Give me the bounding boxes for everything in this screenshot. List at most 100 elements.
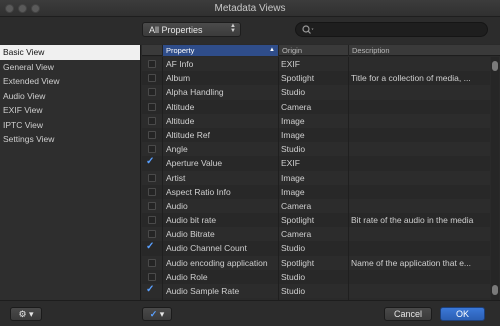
checkmark-icon: ✓ xyxy=(149,309,158,319)
table-row[interactable]: Angle Studio xyxy=(142,142,490,157)
row-checkbox-cell[interactable] xyxy=(142,171,162,185)
row-checkbox-cell[interactable]: ✓ xyxy=(142,156,162,170)
sidebar-item[interactable]: Audio View xyxy=(0,89,140,104)
check-menu-arrow: ▾ xyxy=(159,309,165,319)
origin-cell: Camera xyxy=(281,229,312,240)
table-row[interactable]: Audio encoding application Spotlight Name … xyxy=(142,255,490,270)
row-checkbox[interactable] xyxy=(148,102,156,111)
row-checkbox-cell[interactable] xyxy=(142,199,162,213)
vertical-scrollbar[interactable] xyxy=(491,57,499,300)
table-row[interactable]: Audio Camera xyxy=(142,198,490,214)
description-cell xyxy=(351,114,489,128)
header-property-label: Property xyxy=(166,46,195,55)
sidebar-item[interactable]: IPTC View xyxy=(0,118,140,133)
row-checkbox[interactable] xyxy=(148,230,156,239)
row-checkbox-cell[interactable] xyxy=(142,227,162,241)
scroll-thumb-bottom[interactable] xyxy=(492,285,498,295)
description-cell xyxy=(351,199,489,213)
row-checkbox-cell[interactable] xyxy=(142,57,162,71)
row-checkbox[interactable] xyxy=(148,88,156,97)
description-cell xyxy=(351,171,489,185)
gear-menu-button[interactable]: ⚙ ▾ xyxy=(10,307,42,321)
table-row[interactable]: ✓ Audio Channel Count Studio xyxy=(142,241,490,256)
row-checkbox[interactable] xyxy=(148,187,156,196)
table-row[interactable]: Audio Bitrate Camera xyxy=(142,227,490,242)
table-body: AF Info EXIF Album Spotlight Title for a col… xyxy=(142,57,490,299)
sidebar-item[interactable]: General View xyxy=(0,60,140,75)
property-cell: Album xyxy=(166,73,191,84)
view-sidebar: Basic View General View Extended View Audio… xyxy=(0,45,141,300)
description-cell xyxy=(351,227,489,241)
origin-cell: Studio xyxy=(281,243,306,254)
row-checkbox-cell[interactable] xyxy=(142,185,162,199)
sidebar-item[interactable]: Settings View xyxy=(0,132,140,147)
table-row[interactable]: ✓ Aperture Value EXIF xyxy=(142,156,490,171)
header-description[interactable]: Description xyxy=(348,45,500,56)
row-checkbox[interactable] xyxy=(148,173,156,182)
row-checkbox-cell[interactable] xyxy=(142,114,162,128)
table-row[interactable]: Alpha Handling Studio xyxy=(142,85,490,100)
window-title: Metadata Views xyxy=(214,3,286,14)
table-row[interactable]: ✓ Audio Sample Rate Studio xyxy=(142,284,490,299)
gear-menu-arrow: ▾ xyxy=(29,309,34,319)
origin-cell: Studio xyxy=(281,144,306,155)
row-checkbox[interactable] xyxy=(148,272,156,281)
property-cell: Audio encoding application xyxy=(166,257,268,268)
search-field[interactable] xyxy=(295,22,488,37)
scroll-thumb-top[interactable] xyxy=(492,61,498,71)
table-row[interactable]: Altitude Ref Image xyxy=(142,127,490,143)
sidebar-item[interactable]: Basic View xyxy=(0,45,140,60)
row-checkbox-cell[interactable] xyxy=(142,85,162,99)
ok-button[interactable]: OK xyxy=(440,307,485,321)
row-checkbox-cell[interactable] xyxy=(142,142,162,156)
row-checkbox-cell[interactable]: ✓ xyxy=(142,241,162,255)
origin-cell: Studio xyxy=(281,286,306,296)
description-cell xyxy=(351,156,489,170)
table-row[interactable]: AF Info EXIF xyxy=(142,57,490,72)
row-checkbox[interactable] xyxy=(148,145,156,154)
sidebar-item[interactable]: Extended View xyxy=(0,74,140,89)
row-checkbox-cell[interactable] xyxy=(142,213,162,227)
row-checkbox-cell[interactable] xyxy=(142,71,162,85)
origin-cell: Image xyxy=(281,115,305,126)
check-menu-button[interactable]: ✓ ▾ xyxy=(142,307,172,321)
title-bar: Metadata Views xyxy=(0,0,500,17)
cancel-button[interactable]: Cancel xyxy=(384,307,432,321)
row-checkbox[interactable] xyxy=(148,74,156,83)
row-checkbox[interactable] xyxy=(148,258,156,267)
origin-cell: Camera xyxy=(281,101,312,112)
row-checkbox[interactable] xyxy=(148,60,156,68)
origin-cell: Image xyxy=(281,129,305,140)
row-checkbox-cell[interactable] xyxy=(142,270,162,284)
row-checkbox[interactable] xyxy=(148,216,156,225)
origin-cell: EXIF xyxy=(281,158,300,169)
table-row[interactable]: Audio bit rate Spotlight Bit rate of the a… xyxy=(142,213,490,228)
header-property[interactable]: Property ▲ xyxy=(162,45,278,56)
row-checkbox-cell[interactable] xyxy=(142,256,162,270)
metadata-table: Property ▲ Origin Description AF Info EXI… xyxy=(142,45,500,300)
description-cell xyxy=(351,270,489,284)
table-header: Property ▲ Origin Description xyxy=(142,45,500,56)
popup-label: All Properties xyxy=(149,25,203,35)
properties-popup[interactable]: All Properties ▲ ▼ xyxy=(142,22,241,37)
description-cell: Bit rate of the audio in the media xyxy=(351,215,474,226)
sidebar-item[interactable]: EXIF View xyxy=(0,103,140,118)
row-checkbox-cell[interactable]: ✓ xyxy=(142,284,162,298)
property-cell: Aspect Ratio Info xyxy=(166,186,231,197)
header-origin[interactable]: Origin xyxy=(278,45,348,56)
row-checkbox-cell[interactable] xyxy=(142,100,162,114)
checkmark-icon: ✓ xyxy=(146,156,155,168)
row-checkbox-cell[interactable] xyxy=(142,128,162,142)
table-row[interactable]: Aspect Ratio Info Image xyxy=(142,184,490,199)
origin-cell: Spotlight xyxy=(281,73,315,84)
row-checkbox[interactable] xyxy=(148,201,156,210)
row-checkbox[interactable] xyxy=(148,116,156,125)
row-checkbox[interactable] xyxy=(148,130,156,139)
table-row[interactable]: Altitude Image xyxy=(142,113,490,128)
table-row[interactable]: Album Spotlight Title for a collection of … xyxy=(142,71,490,86)
table-row[interactable]: Audio Role Studio xyxy=(142,269,490,284)
property-cell: Audio xyxy=(166,200,188,211)
table-row[interactable]: Artist Image xyxy=(142,170,490,185)
table-row[interactable]: Altitude Camera xyxy=(142,99,490,114)
header-check-column[interactable] xyxy=(142,45,162,56)
